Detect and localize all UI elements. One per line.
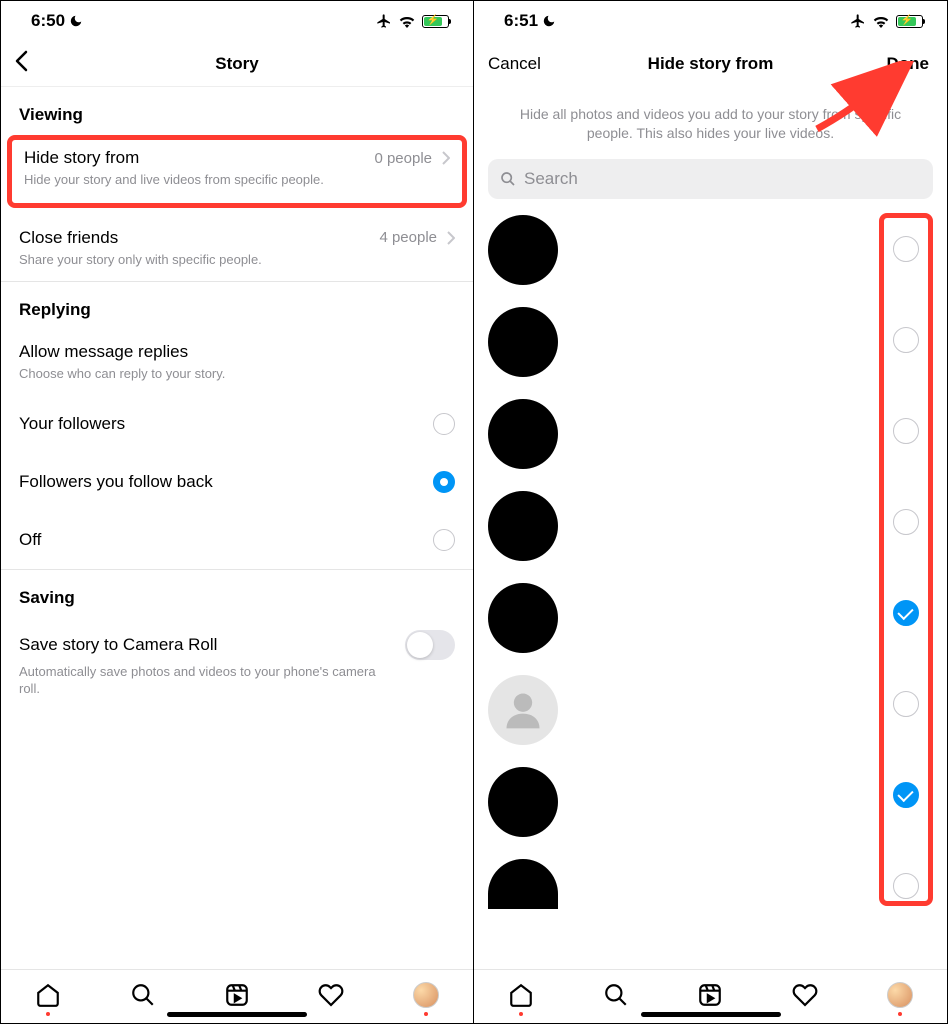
section-viewing: Viewing <box>1 87 473 135</box>
heart-icon <box>318 982 344 1008</box>
radio-button[interactable] <box>433 413 455 435</box>
tab-search[interactable] <box>601 980 631 1010</box>
page-title: Story <box>215 54 258 74</box>
person-avatar[interactable] <box>488 583 558 653</box>
radio-off[interactable]: Off <box>1 511 473 570</box>
done-button[interactable]: Done <box>887 54 930 74</box>
hide-story-from-screen: 6:51 ⚡ Cancel Hide story from Done Hide … <box>474 1 947 1023</box>
person-checkbox[interactable] <box>893 236 919 262</box>
row-save-camera-roll: Save story to Camera Roll Automatically … <box>1 618 473 710</box>
status-bar: 6:51 ⚡ <box>474 1 947 41</box>
person-checkbox[interactable] <box>893 873 919 899</box>
search-icon <box>500 171 516 187</box>
nav-header: Cancel Hide story from Done <box>474 41 947 87</box>
highlight-hide-story: Hide story from 0 people Hide your story… <box>7 135 467 208</box>
close-friends-count: 4 people <box>379 229 437 246</box>
section-replying: Replying <box>1 282 473 330</box>
save-camera-roll-toggle[interactable] <box>405 630 455 660</box>
person-avatar[interactable] <box>488 859 558 909</box>
tab-profile[interactable] <box>411 980 441 1010</box>
radio-button[interactable] <box>433 529 455 551</box>
highlight-checkboxes <box>879 213 933 906</box>
wifi-icon <box>398 15 416 28</box>
chevron-left-icon <box>15 50 28 72</box>
person-checkbox[interactable] <box>893 600 919 626</box>
hide-story-title: Hide story from <box>24 148 139 168</box>
nav-header: Story <box>1 41 473 87</box>
save-camera-roll-subtitle: Automatically save photos and videos to … <box>19 664 379 698</box>
tab-reels[interactable] <box>222 980 252 1010</box>
tab-activity[interactable] <box>316 980 346 1010</box>
person-checkbox[interactable] <box>893 418 919 444</box>
heart-icon <box>792 982 818 1008</box>
chevron-right-icon <box>447 231 455 245</box>
person-avatar[interactable] <box>488 675 558 745</box>
radio-button-checked[interactable] <box>433 471 455 493</box>
battery-icon: ⚡ <box>896 15 923 28</box>
home-icon <box>35 982 61 1008</box>
search-icon <box>130 982 156 1008</box>
chevron-right-icon <box>442 151 450 165</box>
search-placeholder: Search <box>524 169 578 189</box>
airplane-mode-icon <box>376 13 392 29</box>
status-bar: 6:50 ⚡ <box>1 1 473 41</box>
tab-profile[interactable] <box>885 980 915 1010</box>
tab-search[interactable] <box>128 980 158 1010</box>
hide-story-count: 0 people <box>374 150 432 167</box>
close-friends-subtitle: Share your story only with specific peop… <box>19 252 379 269</box>
allow-replies-subtitle: Choose who can reply to your story. <box>19 366 379 383</box>
person-avatar[interactable] <box>488 767 558 837</box>
tab-home[interactable] <box>506 980 536 1010</box>
home-indicator[interactable] <box>641 1012 781 1017</box>
do-not-disturb-icon <box>542 14 556 28</box>
search-icon <box>603 982 629 1008</box>
tab-home[interactable] <box>33 980 63 1010</box>
row-hide-story-from[interactable]: Hide story from 0 people <box>24 148 450 168</box>
radio-your-followers[interactable]: Your followers <box>1 395 473 453</box>
person-checkbox[interactable] <box>893 691 919 717</box>
section-saving: Saving <box>1 570 473 618</box>
close-friends-title: Close friends <box>19 228 118 248</box>
person-checkbox[interactable] <box>893 782 919 808</box>
do-not-disturb-icon <box>69 14 83 28</box>
profile-avatar-icon <box>413 982 439 1008</box>
reels-icon <box>224 982 250 1008</box>
person-avatar[interactable] <box>488 307 558 377</box>
allow-replies-title: Allow message replies <box>19 342 455 362</box>
info-text: Hide all photos and videos you add to yo… <box>474 87 947 159</box>
person-avatar[interactable] <box>488 399 558 469</box>
person-avatar[interactable] <box>488 491 558 561</box>
page-title: Hide story from <box>648 54 774 74</box>
tab-activity[interactable] <box>790 980 820 1010</box>
profile-avatar-icon <box>887 982 913 1008</box>
person-checkbox[interactable] <box>893 327 919 353</box>
person-avatar[interactable] <box>488 215 558 285</box>
cancel-button[interactable]: Cancel <box>488 54 541 74</box>
person-checkbox[interactable] <box>893 509 919 535</box>
row-allow-replies: Allow message replies Choose who can rep… <box>1 330 473 395</box>
story-settings-screen: 6:50 ⚡ Story Viewing Hide story from <box>1 1 474 1023</box>
tab-reels[interactable] <box>695 980 725 1010</box>
status-time: 6:50 <box>31 11 83 31</box>
wifi-icon <box>872 15 890 28</box>
reels-icon <box>697 982 723 1008</box>
save-camera-roll-title: Save story to Camera Roll <box>19 635 217 655</box>
home-icon <box>508 982 534 1008</box>
search-input[interactable]: Search <box>488 159 933 199</box>
back-button[interactable] <box>15 50 28 77</box>
radio-follow-back[interactable]: Followers you follow back <box>1 453 473 511</box>
status-time: 6:51 <box>504 11 556 31</box>
row-close-friends[interactable]: Close friends 4 people Share your story … <box>1 208 473 282</box>
hide-story-subtitle: Hide your story and live videos from spe… <box>24 172 384 189</box>
airplane-mode-icon <box>850 13 866 29</box>
battery-icon: ⚡ <box>422 15 449 28</box>
home-indicator[interactable] <box>167 1012 307 1017</box>
